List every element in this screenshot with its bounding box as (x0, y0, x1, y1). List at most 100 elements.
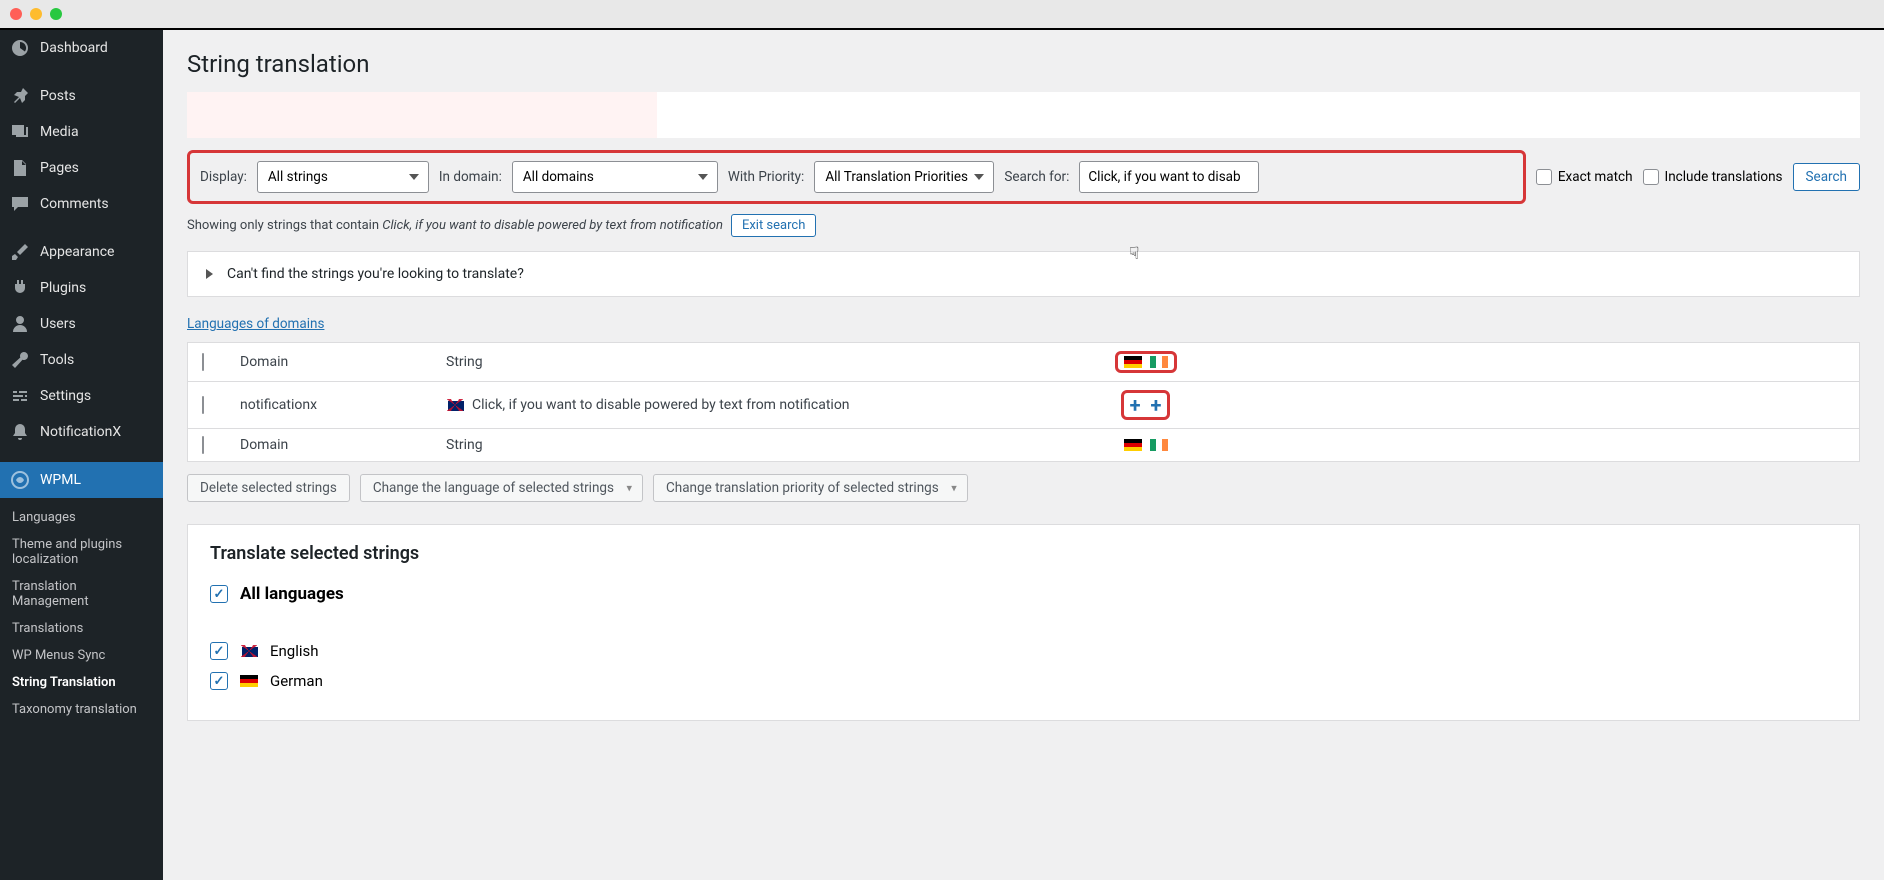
showing-line: Showing only strings that contain Click,… (187, 214, 1860, 237)
sidebar-item-wpml[interactable]: WPML (0, 462, 163, 498)
display-label: Display: (200, 169, 247, 185)
submenu-item-string-translation[interactable]: String Translation (0, 669, 163, 696)
include-translations-label: Include translations (1665, 169, 1783, 185)
close-window-icon[interactable] (10, 8, 22, 20)
bulk-actions: Delete selected strings Change the langu… (187, 474, 1860, 502)
priority-label: With Priority: (728, 169, 804, 185)
sidebar-item-pages[interactable]: Pages (0, 150, 163, 186)
page-icon (10, 158, 30, 178)
search-input[interactable] (1079, 161, 1259, 193)
filter-row: Display: All strings In domain: All doma… (187, 150, 1526, 204)
sidebar-item-label: Plugins (40, 280, 86, 296)
flags-highlight-box (1115, 351, 1177, 373)
sidebar-item-label: Pages (40, 160, 79, 176)
sidebar-item-label: Settings (40, 388, 91, 404)
flag-ie-icon (1150, 439, 1168, 451)
select-all-checkbox[interactable] (202, 353, 204, 371)
submenu-item-taxonomy-translation[interactable]: Taxonomy translation (0, 696, 163, 723)
domain-select[interactable]: All domains (512, 161, 718, 193)
notice-banner (187, 92, 1860, 138)
sidebar-item-label: Tools (40, 352, 74, 368)
submenu-item-languages[interactable]: Languages (0, 504, 163, 531)
search-label: Search for: (1004, 169, 1069, 185)
lang-row-english[interactable]: English (210, 642, 1837, 660)
comment-icon (10, 194, 30, 214)
flag-de-icon (1124, 439, 1142, 451)
flag-uk-icon (240, 645, 258, 657)
include-translations-checkbox[interactable]: Include translations (1643, 169, 1783, 185)
submenu-item-wp-menus-sync[interactable]: WP Menus Sync (0, 642, 163, 669)
admin-sidebar: Dashboard Posts Media Pages Comments App… (0, 30, 163, 880)
translate-box-title: Translate selected strings (210, 543, 1837, 564)
row-string: Click, if you want to disable powered by… (472, 397, 850, 413)
sidebar-item-label: Dashboard (40, 40, 108, 56)
footer-domain: Domain (240, 437, 446, 453)
add-translation-de-button[interactable]: + (1130, 395, 1141, 415)
exit-search-button[interactable]: Exit search (731, 214, 816, 237)
row-checkbox[interactable] (202, 396, 204, 414)
media-icon (10, 122, 30, 142)
sidebar-item-comments[interactable]: Comments (0, 186, 163, 222)
all-languages-row[interactable]: All languages (210, 584, 1837, 604)
wpml-icon (10, 470, 30, 490)
pin-icon (10, 86, 30, 106)
languages-of-domains-link[interactable]: Languages of domains (187, 316, 324, 332)
user-icon (10, 314, 30, 334)
sidebar-item-settings[interactable]: Settings (0, 378, 163, 414)
lang-row-german[interactable]: German (210, 672, 1837, 690)
page-title: String translation (187, 50, 1860, 78)
priority-select[interactable]: All Translation Priorities (814, 161, 994, 193)
sidebar-item-users[interactable]: Users (0, 306, 163, 342)
showing-term: Click, if you want to disable powered by… (382, 218, 723, 233)
exact-match-checkbox[interactable]: Exact match (1536, 169, 1633, 185)
sidebar-item-tools[interactable]: Tools (0, 342, 163, 378)
sidebar-item-appearance[interactable]: Appearance (0, 234, 163, 270)
help-accordion[interactable]: Can't find the strings you're looking to… (187, 251, 1860, 297)
brush-icon (10, 242, 30, 262)
translate-selected-box: Translate selected strings All languages… (187, 524, 1860, 721)
chevron-right-icon (206, 269, 213, 279)
sidebar-item-label: Users (40, 316, 76, 332)
window-chrome (0, 0, 1884, 28)
maximize-window-icon[interactable] (50, 8, 62, 20)
accordion-text: Can't find the strings you're looking to… (227, 266, 524, 282)
sidebar-item-notificationx[interactable]: NotificationX (0, 414, 163, 450)
table-footer-row: Domain String (188, 428, 1859, 461)
change-priority-select[interactable]: Change translation priority of selected … (653, 474, 968, 502)
select-all-checkbox-bottom[interactable] (202, 436, 204, 454)
cursor-icon: ☟ (1129, 244, 1139, 264)
sliders-icon (10, 386, 30, 406)
change-language-select[interactable]: Change the language of selected strings (360, 474, 643, 502)
add-translation-ie-button[interactable]: + (1151, 395, 1162, 415)
checkbox-checked-icon (210, 672, 228, 690)
table-header-row: Domain String (188, 343, 1859, 381)
sidebar-item-posts[interactable]: Posts (0, 78, 163, 114)
sidebar-item-label: WPML (40, 472, 81, 488)
checkbox-icon (1643, 169, 1659, 185)
checkbox-checked-icon (210, 642, 228, 660)
sidebar-item-label: Comments (40, 196, 109, 212)
submenu-item-translations[interactable]: Translations (0, 615, 163, 642)
search-button[interactable]: Search (1793, 163, 1860, 191)
showing-prefix: Showing only strings that contain (187, 218, 382, 233)
wpml-submenu: Languages Theme and plugins localization… (0, 498, 163, 729)
submenu-item-translation-management[interactable]: Translation Management (0, 573, 163, 615)
dashboard-icon (10, 38, 30, 58)
delete-selected-button[interactable]: Delete selected strings (187, 474, 350, 502)
display-select[interactable]: All strings (257, 161, 429, 193)
table-row: notificationx Click, if you want to disa… (188, 381, 1859, 428)
sidebar-item-media[interactable]: Media (0, 114, 163, 150)
sidebar-item-dashboard[interactable]: Dashboard (0, 30, 163, 66)
lang-label: German (270, 672, 323, 690)
header-domain: Domain (240, 354, 446, 370)
sidebar-item-plugins[interactable]: Plugins (0, 270, 163, 306)
sidebar-item-label: Posts (40, 88, 76, 104)
sidebar-item-label: NotificationX (40, 424, 121, 440)
minimize-window-icon[interactable] (30, 8, 42, 20)
domain-label: In domain: (439, 169, 502, 185)
all-languages-label: All languages (240, 584, 344, 604)
flag-uk-icon (446, 399, 464, 411)
header-string: String (446, 354, 1111, 370)
submenu-item-theme-plugins-localization[interactable]: Theme and plugins localization (0, 531, 163, 573)
sidebar-item-label: Media (40, 124, 79, 140)
